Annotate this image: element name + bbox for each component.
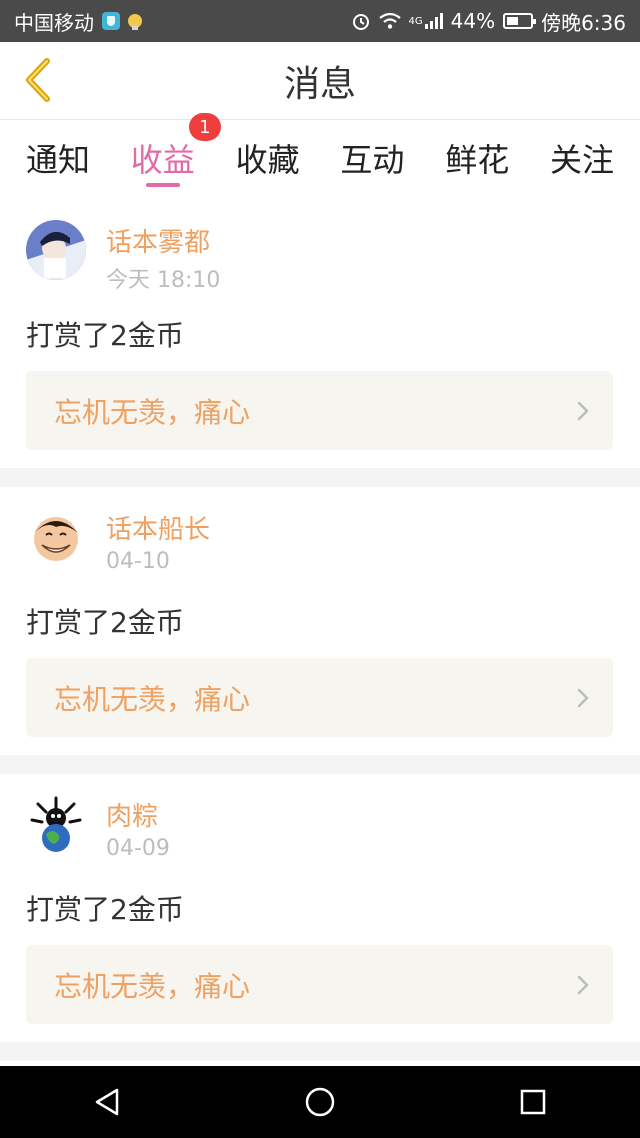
username[interactable]: 肉粽 [106, 796, 158, 833]
chevron-right-icon [575, 401, 591, 420]
message-card: 话本船长 04-10 打赏了2金币 忘机无羡，痛心 [0, 487, 640, 755]
tab-label: 互动 [340, 141, 405, 179]
lightbulb-icon [128, 14, 142, 30]
tab-label: 通知 [26, 141, 91, 179]
nav-back-button[interactable] [77, 1072, 137, 1132]
tab-label: 收益 [130, 141, 195, 179]
security-shield-icon [102, 12, 120, 30]
divider [0, 468, 640, 487]
page-title: 消息 [283, 64, 356, 105]
divider [0, 1042, 640, 1061]
nav-home-button[interactable] [290, 1072, 350, 1132]
username[interactable]: 话本船长 [106, 509, 210, 546]
battery-icon [503, 13, 537, 29]
quoted-work-title: 忘机无羡，痛心 [54, 682, 251, 716]
tab-earnings[interactable]: 收益 1 [130, 113, 221, 185]
avatar-luffy-icon [26, 507, 86, 567]
quoted-work-link[interactable]: 忘机无羡，痛心 [26, 945, 613, 1024]
tab-label: 收藏 [235, 141, 300, 179]
tab-label: 关注 [549, 141, 614, 179]
unread-count-badge: 1 [188, 113, 221, 141]
avatar-character-icon [26, 220, 86, 280]
quoted-work-title: 忘机无羡，痛心 [54, 969, 251, 1003]
tab-flowers[interactable]: 鲜花 [445, 121, 509, 185]
battery-percent: 44% [450, 9, 496, 33]
quoted-work-title: 忘机无羡，痛心 [54, 395, 251, 429]
reward-text: 打赏了2金币 [26, 893, 184, 926]
status-bar: 中国移动 4G 44% 傍晚6:36 [0, 0, 640, 42]
message-card: 肉粽 04-09 打赏了2金币 忘机无羡，痛心 [0, 774, 640, 1042]
reward-text: 打赏了2金币 [26, 319, 184, 352]
cellular-signal-icon: 4G [409, 13, 443, 29]
timestamp: 今天 18:10 [106, 268, 221, 293]
app-header: 消息 [0, 42, 640, 120]
chevron-right-icon [575, 688, 591, 707]
square-recent-icon [521, 1089, 546, 1115]
avatar[interactable] [26, 794, 86, 854]
wifi-icon [378, 12, 401, 30]
tab-interactions[interactable]: 互动 [340, 121, 404, 185]
message-list: 话本雾都 今天 18:10 打赏了2金币 忘机无羡，痛心 话本船长 04-10 … [0, 200, 640, 1061]
tab-notifications[interactable]: 通知 [26, 121, 90, 185]
system-nav-bar [0, 1066, 640, 1138]
timestamp: 04-10 [106, 549, 170, 574]
triangle-back-icon [95, 1088, 118, 1116]
timestamp: 04-09 [106, 836, 170, 861]
network-type-label: 4G [408, 15, 423, 27]
alarm-icon [351, 11, 371, 31]
reward-text: 打赏了2金币 [26, 606, 184, 639]
chevron-right-icon [575, 975, 591, 994]
tab-following[interactable]: 关注 [550, 121, 614, 185]
avatar-globe-icon [26, 794, 86, 854]
username[interactable]: 话本雾都 [106, 222, 210, 259]
tab-favorites[interactable]: 收藏 [236, 121, 300, 185]
avatar[interactable] [26, 220, 86, 280]
avatar[interactable] [26, 507, 86, 567]
nav-recents-button[interactable] [503, 1072, 563, 1132]
clock: 傍晚6:36 [541, 10, 626, 35]
divider [0, 755, 640, 774]
quoted-work-link[interactable]: 忘机无羡，痛心 [26, 371, 613, 450]
quoted-work-link[interactable]: 忘机无羡，痛心 [26, 658, 613, 737]
message-card: 话本雾都 今天 18:10 打赏了2金币 忘机无羡，痛心 [0, 200, 640, 468]
tab-label: 鲜花 [445, 141, 510, 179]
tab-bar: 通知 收益 1 收藏 互动 鲜花 关注 [0, 113, 640, 199]
circle-home-icon [305, 1087, 335, 1117]
carrier-label: 中国移动 [14, 10, 94, 35]
